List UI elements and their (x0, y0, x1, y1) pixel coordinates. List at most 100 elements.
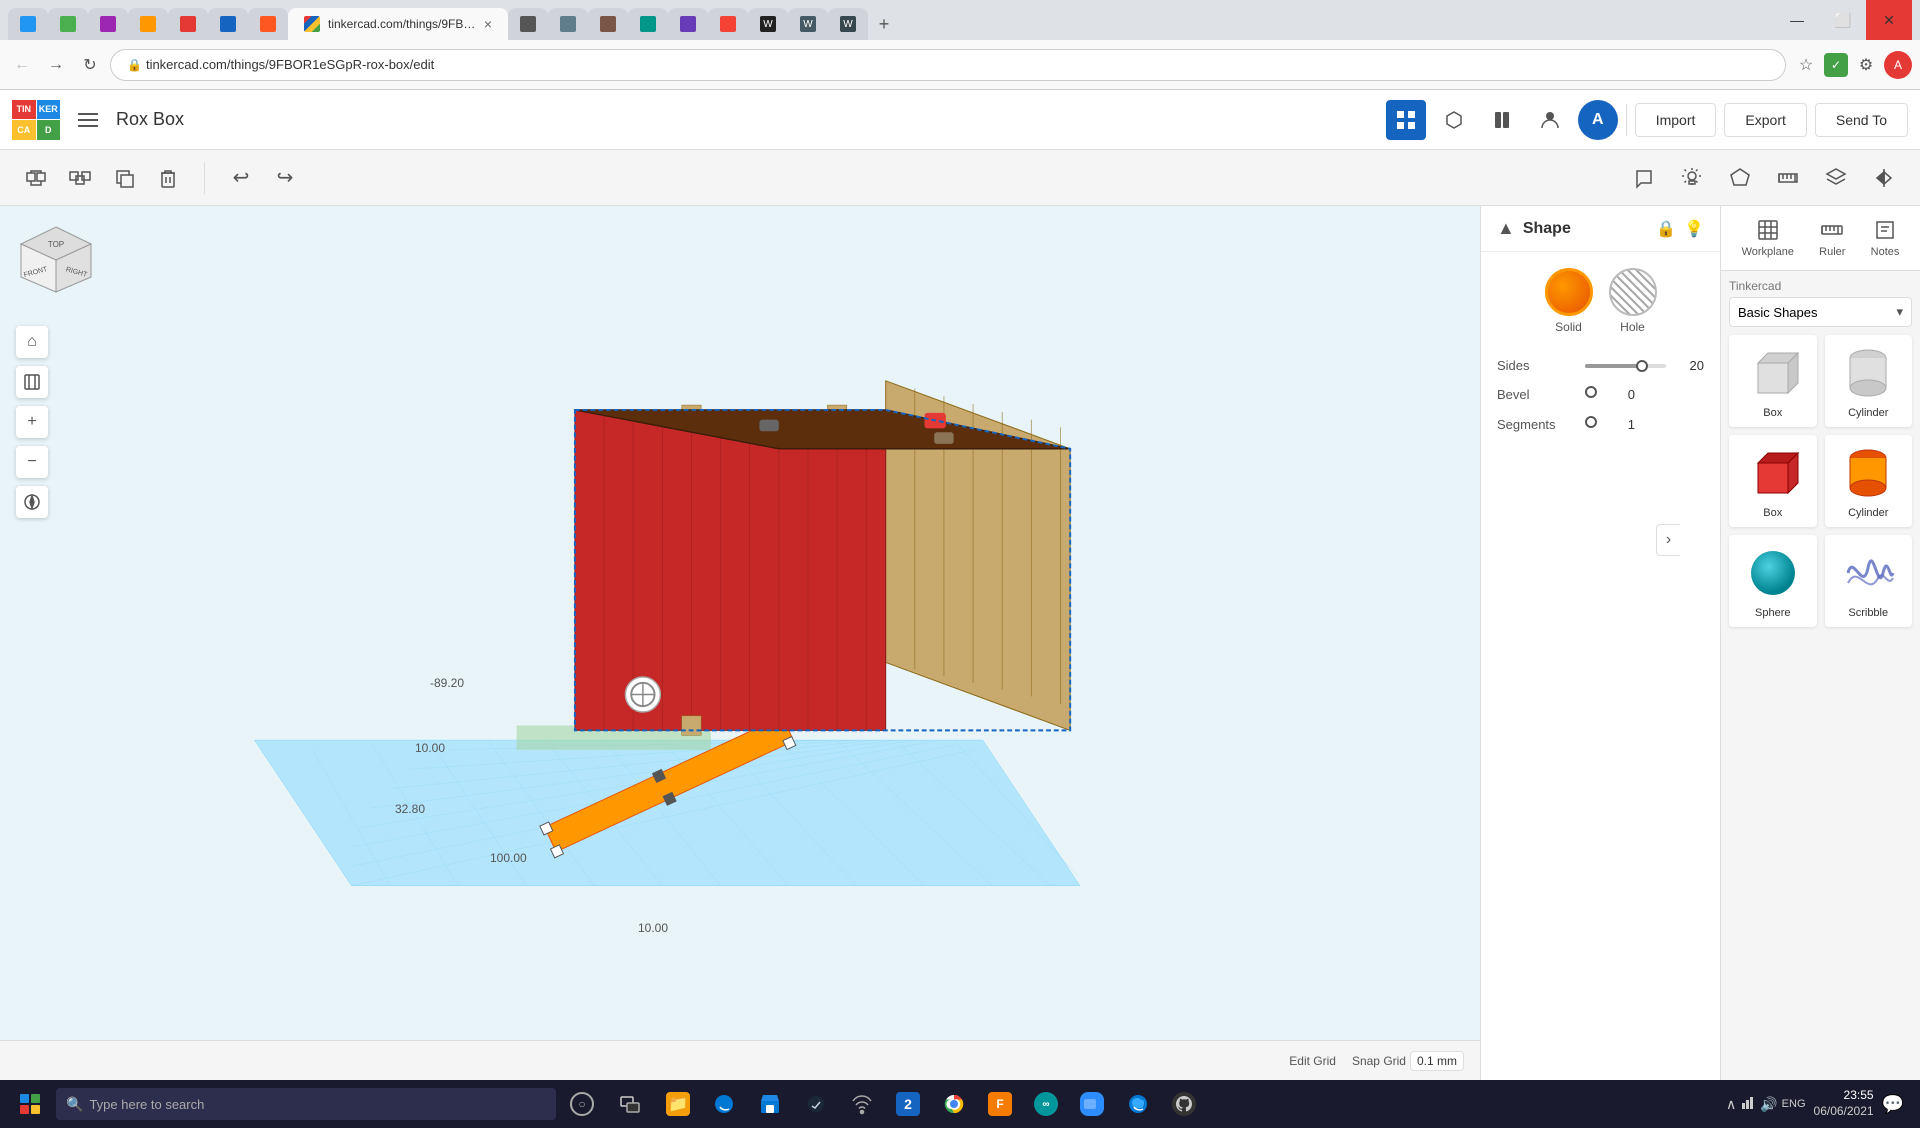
maximize-btn[interactable]: ⬜ (1820, 0, 1866, 40)
settings-btn[interactable]: ⚙ (1852, 51, 1880, 79)
extensions-btn[interactable]: ✓ (1824, 53, 1848, 77)
shape-cylinder-outline[interactable]: Cylinder (1825, 335, 1913, 427)
home-btn[interactable]: ⌂ (16, 326, 48, 358)
taskbar-edge[interactable] (702, 1082, 746, 1126)
browser-tab-16[interactable]: W (788, 8, 828, 40)
segments-thumb[interactable] (1585, 415, 1597, 433)
minimize-btn[interactable]: — (1774, 0, 1820, 40)
taskbar-github[interactable] (1162, 1082, 1206, 1126)
export-btn[interactable]: Export (1724, 103, 1806, 137)
library-selector[interactable]: Basic Shapes ▾ (1729, 297, 1912, 327)
measure-btn[interactable] (1768, 158, 1808, 198)
browser-tab-15[interactable]: W (748, 8, 788, 40)
close-btn[interactable]: ✕ (1866, 0, 1912, 40)
browser-tab-6[interactable] (208, 8, 248, 40)
browser-tab-active[interactable]: tinkercad.com/things/9FBO... × (288, 8, 508, 40)
address-bar[interactable]: 🔒 tinkercad.com/things/9FBOR1eSGpR-rox-b… (110, 49, 1786, 81)
sides-slider[interactable] (1585, 364, 1666, 368)
group-btn[interactable] (16, 158, 56, 198)
browser-tab-1[interactable] (8, 8, 48, 40)
taskbar-fusion[interactable]: F (978, 1082, 1022, 1126)
taskbar-search[interactable]: 🔍 Type here to search (56, 1088, 556, 1120)
taskbar-edge-2[interactable] (1116, 1082, 1160, 1126)
taskbar-wifi-app[interactable] (840, 1082, 884, 1126)
profile-btn[interactable]: A (1884, 51, 1912, 79)
ruler-btn[interactable]: Ruler (1811, 214, 1853, 262)
taskbar-arduino[interactable]: ∞ (1024, 1082, 1068, 1126)
refresh-btn[interactable]: ↻ (76, 51, 104, 79)
tray-up-arrow[interactable]: ∧ (1726, 1096, 1736, 1113)
view-cube[interactable]: TOP FRONT RIGHT (16, 222, 96, 302)
redo-btn[interactable]: ↪ (265, 158, 305, 198)
taskbar-chrome[interactable] (932, 1082, 976, 1126)
browser-tab-17[interactable]: W (828, 8, 868, 40)
notification-btn[interactable]: 💬 (1882, 1094, 1904, 1115)
polygon-btn[interactable] (1720, 158, 1760, 198)
hole-option[interactable]: Hole (1609, 268, 1657, 334)
import-btn[interactable]: Import (1635, 103, 1717, 137)
taskbar-clock[interactable]: 23:55 06/06/2021 (1814, 1088, 1874, 1119)
taskbar-cortana[interactable]: ○ (560, 1082, 604, 1126)
browser-tab-13[interactable] (668, 8, 708, 40)
start-btn[interactable] (8, 1082, 52, 1126)
browser-tab-5[interactable] (168, 8, 208, 40)
tools-view-btn[interactable] (1434, 100, 1474, 140)
shape-cylinder-solid[interactable]: Cylinder (1825, 435, 1913, 527)
solid-option[interactable]: Solid (1545, 268, 1593, 334)
viewport[interactable]: TOP FRONT RIGHT ⌂ + − (0, 206, 1480, 1080)
browser-tab-14[interactable] (708, 8, 748, 40)
notes-btn[interactable]: Notes (1863, 214, 1908, 262)
mirror-btn[interactable] (1864, 158, 1904, 198)
duplicate-btn[interactable] (104, 158, 144, 198)
shape-scribble[interactable]: Scribble (1825, 535, 1913, 627)
browser-tab-10[interactable] (548, 8, 588, 40)
volume-icon[interactable]: 🔊 (1760, 1096, 1777, 1113)
bevel-thumb[interactable] (1585, 385, 1597, 403)
light-btn[interactable] (1672, 158, 1712, 198)
user-btn[interactable] (1530, 100, 1570, 140)
taskbar-steam[interactable] (794, 1082, 838, 1126)
edit-grid-btn[interactable]: Edit Grid (1289, 1054, 1336, 1068)
panel-collapse-arrow[interactable]: › (1656, 524, 1680, 556)
book-view-btn[interactable] (1482, 100, 1522, 140)
compass-btn[interactable] (16, 486, 48, 518)
shape-sphere[interactable]: Sphere (1729, 535, 1817, 627)
network-icon[interactable] (1740, 1095, 1756, 1114)
ungroup-btn[interactable] (60, 158, 100, 198)
browser-tab-12[interactable] (628, 8, 668, 40)
comment-btn[interactable] (1624, 158, 1664, 198)
hamburger-btn[interactable] (72, 104, 104, 136)
lock-icon[interactable]: 🔒 (1656, 219, 1676, 239)
snap-grid-value[interactable]: 0.1 mm (1410, 1051, 1464, 1071)
taskbar-store[interactable] (748, 1082, 792, 1126)
layers-btn[interactable] (1816, 158, 1856, 198)
fit-btn[interactable] (16, 366, 48, 398)
zoom-out-btn[interactable]: − (16, 446, 48, 478)
undo-btn[interactable]: ↩ (221, 158, 261, 198)
workplane-btn[interactable]: Workplane (1734, 214, 1802, 262)
bulb-icon[interactable]: 💡 (1684, 219, 1704, 239)
new-tab-btn[interactable]: + (868, 8, 900, 40)
taskbar-explorer[interactable]: 📁 (656, 1082, 700, 1126)
avatar-btn[interactable]: A (1578, 100, 1618, 140)
browser-tab-4[interactable] (128, 8, 168, 40)
browser-tab-3[interactable] (88, 8, 128, 40)
panel-collapse-btn[interactable]: ▲ (1497, 218, 1515, 239)
browser-tab-9[interactable] (508, 8, 548, 40)
tab-close-btn[interactable]: × (484, 16, 492, 32)
taskbar-zoom[interactable] (1070, 1082, 1114, 1126)
browser-tab-7[interactable] (248, 8, 288, 40)
shape-box-outline[interactable]: Box (1729, 335, 1817, 427)
project-title[interactable]: Rox Box (116, 109, 184, 130)
back-btn[interactable]: ← (8, 51, 36, 79)
send-to-btn[interactable]: Send To (1815, 103, 1908, 137)
delete-btn[interactable] (148, 158, 188, 198)
bookmark-btn[interactable]: ☆ (1792, 51, 1820, 79)
grid-view-btn[interactable] (1386, 100, 1426, 140)
browser-tab-2[interactable] (48, 8, 88, 40)
forward-btn[interactable]: → (42, 51, 70, 79)
browser-tab-11[interactable] (588, 8, 628, 40)
shape-box-solid[interactable]: Box (1729, 435, 1817, 527)
taskbar-task-view[interactable] (608, 1082, 652, 1126)
zoom-in-btn[interactable]: + (16, 406, 48, 438)
